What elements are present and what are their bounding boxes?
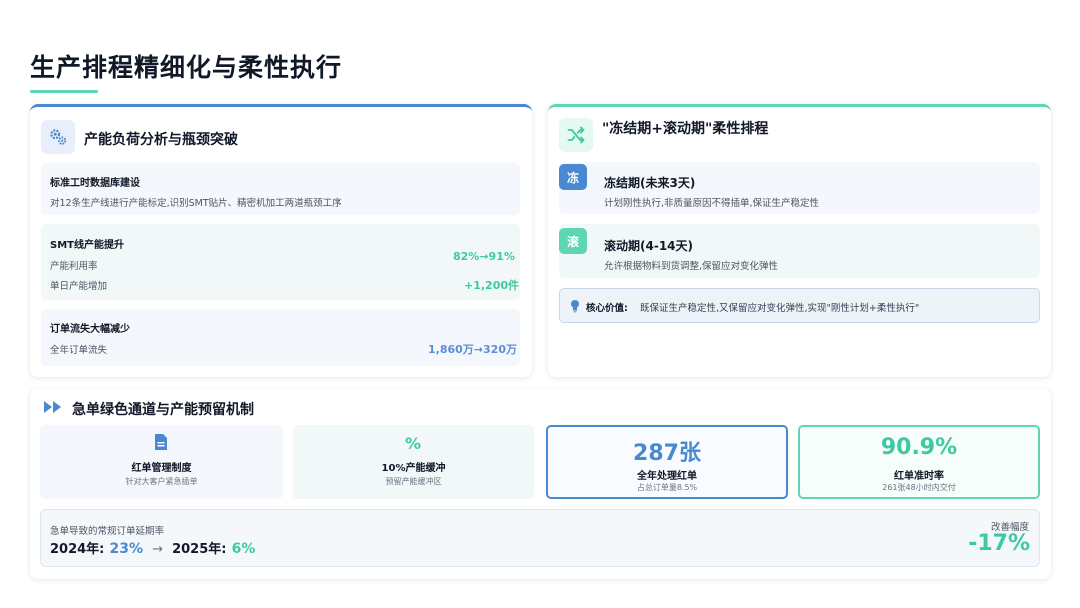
red-order-count-value: 287张: [633, 441, 701, 466]
arrow-right-icon: →: [152, 542, 163, 557]
rush-order-title: 急单绿色通道与产能预留机制: [72, 402, 254, 418]
order-loss-label: 全年订单流失: [50, 345, 108, 356]
capacity-buffer-title: 10%产能缓冲: [381, 463, 446, 474]
year-2025-label: 2025年:: [172, 542, 227, 557]
document-icon: [154, 433, 168, 455]
rolling-badge: 滚: [559, 228, 587, 254]
core-value-label: 核心价值:: [586, 303, 628, 314]
core-value-text: 既保证生产稳定性,又保留应对变化弹性,实现"刚性计划+柔性执行": [640, 303, 920, 314]
freeze-badge: 冻: [559, 164, 587, 190]
rolling-title: 滚动期(4-14天): [604, 239, 693, 253]
utilization-value: 82%→91%: [453, 250, 515, 263]
improve-value: -17%: [968, 531, 1030, 556]
smt-title: SMT线产能提升: [50, 240, 124, 251]
red-order-count-tile: 287张 全年处理红单 占总订单量8.5%: [546, 425, 788, 499]
order-loss-value: 1,860万→320万: [428, 343, 517, 356]
core-value-box: 核心价值: 既保证生产稳定性,又保留应对变化弹性,实现"刚性计划+柔性执行": [559, 288, 1040, 323]
fast-forward-icon: [43, 399, 63, 419]
daily-capacity-value: +1,200件: [463, 279, 519, 292]
capacity-buffer-tile: % 10%产能缓冲 预留产能缓冲区: [293, 425, 534, 499]
delay-rate-box: 急单导致的常规订单延期率 2024年: 23% → 2025年: 6% 改善幅度…: [40, 509, 1040, 567]
flexible-card-title: "冻结期+滚动期"柔性排程: [602, 121, 769, 137]
year-2024-label: 2024年:: [50, 542, 105, 557]
standard-hours-desc: 对12条生产线进行产能标定,识别SMT贴片、精密机加工两道瓶颈工序: [50, 198, 342, 209]
capacity-card-title: 产能负荷分析与瓶颈突破: [84, 132, 238, 148]
gears-icon: [41, 120, 75, 154]
shuffle-icon: [559, 118, 593, 152]
red-order-sub: 针对大客户紧急插单: [125, 477, 198, 486]
delay-rate-compare: 2024年: 23% → 2025年: 6%: [50, 538, 255, 557]
on-time-rate-sub: 261张48小时内交付: [882, 483, 956, 492]
year-2025-value: 6%: [231, 541, 256, 557]
capacity-buffer-sub: 预留产能缓冲区: [385, 477, 442, 486]
standard-hours-section: 标准工时数据库建设 对12条生产线进行产能标定,识别SMT贴片、精密机加工两道瓶…: [41, 163, 520, 215]
on-time-rate-tile: 90.9% 红单准时率 261张48小时内交付: [798, 425, 1040, 499]
page-title: 生产排程精细化与柔性执行: [30, 53, 343, 82]
red-order-tile: 红单管理制度 针对大客户紧急插单: [40, 425, 283, 499]
delay-rate-label: 急单导致的常规订单延期率: [50, 526, 165, 537]
on-time-rate-title: 红单准时率: [894, 471, 944, 482]
red-order-title: 红单管理制度: [131, 463, 192, 474]
order-loss-section: 订单流失大幅减少 全年订单流失 1,860万→320万: [41, 309, 520, 366]
freeze-desc: 计划刚性执行,非质量原因不得插单,保证生产稳定性: [604, 198, 820, 209]
title-underline: [30, 90, 98, 93]
standard-hours-title: 标准工时数据库建设: [50, 178, 140, 189]
red-order-count-title: 全年处理红单: [637, 471, 697, 482]
smt-section: SMT线产能提升 产能利用率 82%→91% 单日产能增加 +1,200件: [41, 224, 520, 300]
daily-capacity-label: 单日产能增加: [50, 281, 108, 292]
on-time-rate-value: 90.9%: [880, 435, 958, 460]
percent-icon: %: [405, 434, 422, 453]
red-order-count-sub: 占总订单量8.5%: [636, 483, 698, 492]
year-2024-value: 23%: [109, 541, 143, 557]
order-loss-title: 订单流失大幅减少: [50, 324, 130, 335]
lightbulb-icon: [570, 298, 580, 317]
freeze-title: 冻结期(未来3天): [604, 176, 696, 190]
utilization-label: 产能利用率: [50, 261, 98, 272]
rolling-desc: 允许根据物料到货调整,保留应对变化弹性: [604, 261, 779, 272]
